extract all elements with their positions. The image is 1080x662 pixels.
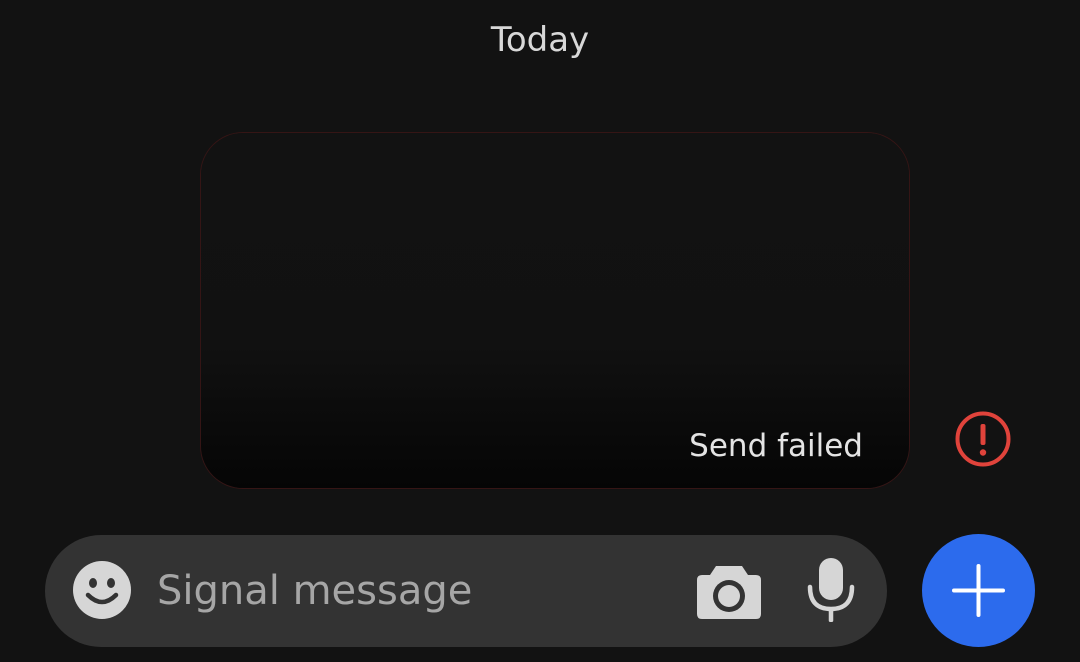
plus-icon bbox=[952, 564, 1005, 617]
camera-icon[interactable] bbox=[696, 562, 762, 620]
emoji-icon[interactable] bbox=[72, 560, 132, 620]
attach-button[interactable] bbox=[922, 534, 1035, 647]
message-input[interactable] bbox=[157, 555, 677, 627]
outgoing-message-bubble[interactable]: Send failed bbox=[201, 133, 909, 488]
message-composer bbox=[45, 535, 887, 647]
message-status-text: Send failed bbox=[689, 428, 863, 464]
conversation-screen: Today Send failed bbox=[0, 0, 1080, 662]
alert-circle-icon[interactable] bbox=[955, 411, 1011, 467]
mic-icon[interactable] bbox=[806, 557, 856, 623]
date-header: Today bbox=[490, 20, 590, 60]
